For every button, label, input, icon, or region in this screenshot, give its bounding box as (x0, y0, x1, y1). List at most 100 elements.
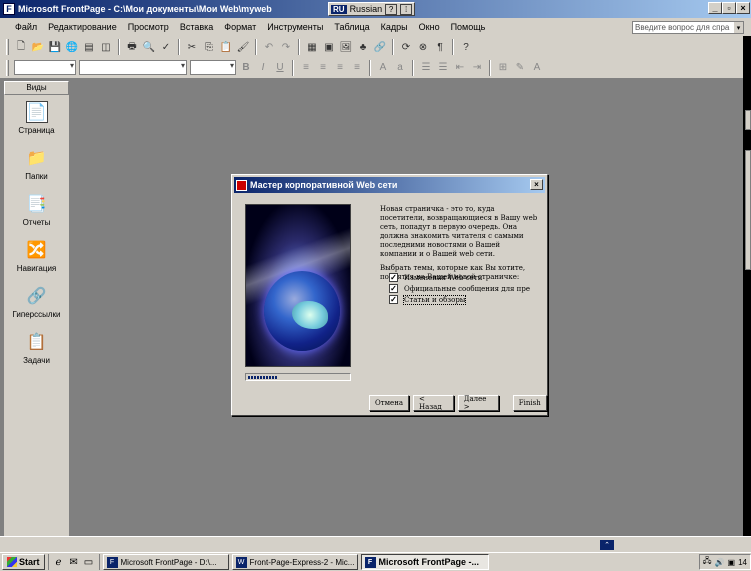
insert-table-icon[interactable]: ▣ (322, 40, 336, 54)
publish-icon[interactable]: 🌐 (65, 40, 79, 54)
checkbox-web-changes[interactable]: ✓ Изменения Web сети (389, 272, 530, 283)
language-help-icon[interactable]: ? (385, 3, 398, 15)
checkbox-press-releases[interactable]: ✓ Официальные сообщения для пре (389, 283, 530, 294)
task-frontpage-active[interactable]: F Microsoft FrontPage -... (360, 554, 489, 570)
stop-icon[interactable]: ⊗ (416, 40, 430, 54)
justify-icon[interactable]: ≡ (350, 61, 364, 75)
menu-tools[interactable]: Инструменты (262, 22, 329, 32)
view-tasks[interactable]: 📋 Задачи (4, 325, 69, 371)
help-icon[interactable]: ? (459, 40, 473, 54)
redo-icon[interactable]: ↷ (279, 40, 293, 54)
checkbox[interactable]: ✓ (389, 284, 398, 293)
menu-table[interactable]: Таблица (329, 22, 375, 32)
status-indicator-icon[interactable]: ⌃ (600, 540, 614, 550)
toolbar-grip[interactable] (6, 59, 9, 76)
ask-question-input[interactable]: Введите вопрос для спра (632, 21, 744, 34)
preview-browser-icon[interactable]: ◫ (99, 40, 113, 54)
dialog-close-button[interactable]: × (530, 179, 543, 190)
language-code[interactable]: RU (331, 4, 347, 14)
clock[interactable]: 14 (738, 558, 747, 567)
ask-question-dropdown-icon[interactable]: ▾ (734, 22, 743, 33)
minimize-button[interactable]: _ (708, 2, 722, 14)
next-button[interactable]: Далее > (457, 395, 499, 411)
font-size-select[interactable] (190, 60, 236, 75)
menu-help[interactable]: Помощь (446, 22, 492, 32)
paste-icon[interactable]: 📋 (219, 40, 233, 54)
tray-app-icon[interactable]: ▣ (728, 558, 736, 567)
copy-icon[interactable]: ⎘ (202, 40, 216, 54)
view-navigation[interactable]: 🔀 Навигация (4, 233, 69, 279)
drawing-icon[interactable]: ♣ (356, 40, 370, 54)
show-desktop-icon[interactable]: ▭ (83, 556, 95, 568)
menu-frames[interactable]: Кадры (376, 22, 414, 32)
print-icon[interactable]: 🖶 (125, 40, 139, 54)
task-label: Microsoft FrontPage -... (378, 557, 480, 567)
outlook-express-icon[interactable]: ✉ (68, 556, 80, 568)
menu-edit[interactable]: Редактирование (43, 22, 123, 32)
folder-list-icon[interactable]: ▤ (82, 40, 96, 54)
font-color-icon[interactable]: A (530, 61, 544, 75)
menu-view[interactable]: Просмотр (123, 22, 175, 32)
undo-icon[interactable]: ↶ (262, 40, 276, 54)
spelling-icon[interactable]: ✓ (159, 40, 173, 54)
task-frontpage-express[interactable]: W Front-Page-Express-2 - Mic... (231, 554, 358, 570)
maximize-button[interactable]: ▫ (722, 2, 736, 14)
cut-icon[interactable]: ✂ (185, 40, 199, 54)
bold-button[interactable]: B (239, 61, 253, 75)
language-options-icon[interactable]: ⁞ (400, 3, 413, 15)
show-all-icon[interactable]: ¶ (433, 40, 447, 54)
align-left-icon[interactable]: ≡ (299, 61, 313, 75)
finish-button[interactable]: Finish (512, 395, 548, 411)
frontpage-app-icon[interactable]: F (3, 3, 15, 15)
checkbox[interactable]: ✓ (389, 273, 398, 282)
menu-insert[interactable]: Вставка (175, 22, 219, 32)
language-bar[interactable]: RU Russian ? ⁞ (328, 2, 416, 16)
toolbar-grip[interactable] (6, 39, 9, 55)
wizard-intro-text: Новая страничка - это то, куда посетител… (380, 205, 538, 258)
align-right-icon[interactable]: ≡ (333, 61, 347, 75)
highlight-icon[interactable]: ✎ (513, 61, 527, 75)
view-hyperlinks[interactable]: 🔗 Гиперссылки (4, 279, 69, 325)
insert-picture-icon[interactable]: 🖼 (339, 40, 353, 54)
menu-file[interactable]: Файл (10, 22, 43, 32)
checkbox-articles-reviews[interactable]: ✓ Статьи и обзоры (389, 294, 530, 305)
refresh-icon[interactable]: ⟳ (399, 40, 413, 54)
checkbox[interactable]: ✓ (389, 295, 398, 304)
format-painter-icon[interactable]: 🖌 (236, 40, 250, 54)
print-preview-icon[interactable]: 🔍 (142, 40, 156, 54)
align-center-icon[interactable]: ≡ (316, 61, 330, 75)
bullets-icon[interactable]: ☰ (436, 61, 450, 75)
italic-button[interactable]: I (256, 61, 270, 75)
save-icon[interactable]: 💾 (48, 40, 62, 54)
increase-font-icon[interactable]: A (376, 61, 390, 75)
back-button[interactable]: < Назад (413, 395, 454, 411)
background-window-strip (745, 150, 751, 270)
start-button[interactable]: Start (2, 554, 45, 570)
new-page-icon[interactable]: 🗋 (14, 40, 28, 54)
menu-format[interactable]: Формат (219, 22, 262, 32)
internet-explorer-icon[interactable]: ℯ (53, 556, 65, 568)
menu-window[interactable]: Окно (414, 22, 446, 32)
start-label: Start (19, 557, 40, 567)
view-page[interactable]: 📄 Страница (4, 95, 69, 141)
decrease-font-icon[interactable]: a (393, 61, 407, 75)
border-icon[interactable]: ⊞ (496, 61, 510, 75)
decrease-indent-icon[interactable]: ⇤ (453, 61, 467, 75)
hyperlink-icon[interactable]: 🔗 (373, 40, 387, 54)
system-tray: 🖧 🔊 ▣ 14 (698, 554, 751, 570)
increase-indent-icon[interactable]: ⇥ (470, 61, 484, 75)
open-icon[interactable]: 📂 (31, 40, 45, 54)
tray-volume-icon[interactable]: 🔊 (715, 558, 725, 567)
task-frontpage-d[interactable]: F Microsoft FrontPage - D:\... (102, 554, 229, 570)
style-select[interactable] (14, 60, 76, 75)
cancel-button[interactable]: Отмена (369, 395, 410, 411)
task-label: Front-Page-Express-2 - Mic... (249, 557, 355, 567)
view-folders[interactable]: 📁 Папки (4, 141, 69, 187)
view-reports[interactable]: 📑 Отчеты (4, 187, 69, 233)
numbering-icon[interactable]: ☰ (419, 61, 433, 75)
underline-button[interactable]: U (273, 61, 287, 75)
tray-network-icon[interactable]: 🖧 (703, 555, 712, 569)
web-component-icon[interactable]: ▦ (305, 40, 319, 54)
close-button[interactable]: × (736, 2, 750, 14)
font-select[interactable] (79, 60, 187, 75)
